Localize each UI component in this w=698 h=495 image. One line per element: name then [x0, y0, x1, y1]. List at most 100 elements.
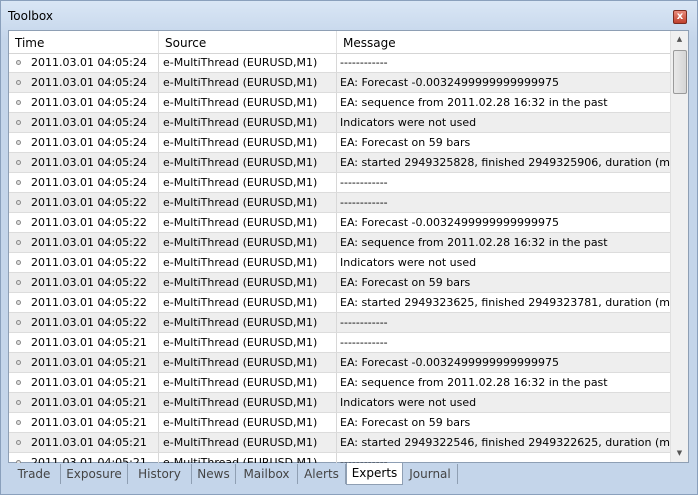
row-time: 2011.03.01 04:05:22	[9, 313, 159, 333]
row-time: 2011.03.01 04:05:24	[9, 153, 159, 173]
row-message: ------------	[337, 193, 671, 213]
tab-trade[interactable]: Trade	[8, 464, 61, 484]
row-message: Indicators were not used	[337, 393, 671, 413]
row-time: 2011.03.01 04:05:22	[9, 273, 159, 293]
scroll-up-icon[interactable]: ▲	[671, 31, 688, 48]
toolbox-window: Toolbox x Time Source Message 2011.03.01…	[0, 0, 698, 495]
row-message: EA: Forecast on 59 bars	[337, 273, 671, 293]
table-row[interactable]: 2011.03.01 04:05:21 e-MultiThread (EURUSD…	[9, 373, 671, 393]
table-row[interactable]: 2011.03.01 04:05:22 e-MultiThread (EURUSD…	[9, 213, 671, 233]
row-source: e-MultiThread (EURUSD,M1)	[159, 313, 337, 333]
row-time: 2011.03.01 04:05:24	[9, 93, 159, 113]
row-time: 2011.03.01 04:05:24	[9, 173, 159, 193]
row-message: ------------	[337, 453, 671, 463]
row-source: e-MultiThread (EURUSD,M1)	[159, 273, 337, 293]
table-row[interactable]: 2011.03.01 04:05:24 e-MultiThread (EURUSD…	[9, 173, 671, 193]
row-source: e-MultiThread (EURUSD,M1)	[159, 233, 337, 253]
table-row[interactable]: 2011.03.01 04:05:24 e-MultiThread (EURUSD…	[9, 53, 671, 73]
tab-mailbox[interactable]: Mailbox	[236, 464, 298, 484]
row-source: e-MultiThread (EURUSD,M1)	[159, 393, 337, 413]
row-message: Indicators were not used	[337, 113, 671, 133]
row-source: e-MultiThread (EURUSD,M1)	[159, 293, 337, 313]
window-title: Toolbox	[8, 9, 53, 23]
row-time: 2011.03.01 04:05:21	[9, 353, 159, 373]
row-source: e-MultiThread (EURUSD,M1)	[159, 213, 337, 233]
table-row[interactable]: 2011.03.01 04:05:24 e-MultiThread (EURUSD…	[9, 133, 671, 153]
row-message: Indicators were not used	[337, 253, 671, 273]
title-bar[interactable]: Toolbox x	[1, 1, 697, 29]
row-message: EA: started 2949322546, finished 2949322…	[337, 433, 671, 453]
table-row[interactable]: 2011.03.01 04:05:22 e-MultiThread (EURUSD…	[9, 253, 671, 273]
row-source: e-MultiThread (EURUSD,M1)	[159, 73, 337, 93]
row-time: 2011.03.01 04:05:22	[9, 233, 159, 253]
table-row[interactable]: 2011.03.01 04:05:21 e-MultiThread (EURUSD…	[9, 453, 671, 463]
row-message: ------------	[337, 173, 671, 193]
table-header: Time Source Message	[9, 31, 671, 54]
table-row[interactable]: 2011.03.01 04:05:21 e-MultiThread (EURUSD…	[9, 333, 671, 353]
table-row[interactable]: 2011.03.01 04:05:21 e-MultiThread (EURUSD…	[9, 413, 671, 433]
row-source: e-MultiThread (EURUSD,M1)	[159, 353, 337, 373]
row-time: 2011.03.01 04:05:24	[9, 113, 159, 133]
row-time: 2011.03.01 04:05:22	[9, 253, 159, 273]
row-source: e-MultiThread (EURUSD,M1)	[159, 153, 337, 173]
row-source: e-MultiThread (EURUSD,M1)	[159, 193, 337, 213]
row-time: 2011.03.01 04:05:24	[9, 73, 159, 93]
row-message: EA: sequence from 2011.02.28 16:32 in th…	[337, 93, 671, 113]
vertical-scrollbar[interactable]: ▲ ▼	[670, 31, 688, 462]
tab-alerts[interactable]: Alerts	[298, 464, 346, 484]
row-message: ------------	[337, 333, 671, 353]
table-row[interactable]: 2011.03.01 04:05:22 e-MultiThread (EURUSD…	[9, 193, 671, 213]
row-time: 2011.03.01 04:05:21	[9, 393, 159, 413]
table-row[interactable]: 2011.03.01 04:05:21 e-MultiThread (EURUSD…	[9, 353, 671, 373]
row-time: 2011.03.01 04:05:21	[9, 433, 159, 453]
row-source: e-MultiThread (EURUSD,M1)	[159, 53, 337, 73]
row-message: ------------	[337, 53, 671, 73]
row-source: e-MultiThread (EURUSD,M1)	[159, 253, 337, 273]
tab-exposure[interactable]: Exposure	[61, 464, 128, 484]
column-header-message[interactable]: Message	[337, 31, 671, 53]
row-time: 2011.03.01 04:05:21	[9, 453, 159, 463]
log-rows: 2011.03.01 04:05:24 e-MultiThread (EURUSD…	[9, 53, 671, 463]
row-source: e-MultiThread (EURUSD,M1)	[159, 173, 337, 193]
scroll-down-icon[interactable]: ▼	[671, 445, 688, 462]
table-row[interactable]: 2011.03.01 04:05:22 e-MultiThread (EURUSD…	[9, 293, 671, 313]
row-message: ------------	[337, 313, 671, 333]
close-button[interactable]: x	[673, 10, 687, 24]
row-source: e-MultiThread (EURUSD,M1)	[159, 413, 337, 433]
row-message: EA: Forecast -0.0032499999999999975	[337, 73, 671, 93]
row-message: EA: sequence from 2011.02.28 16:32 in th…	[337, 233, 671, 253]
row-source: e-MultiThread (EURUSD,M1)	[159, 373, 337, 393]
row-time: 2011.03.01 04:05:21	[9, 413, 159, 433]
row-message: EA: started 2949325828, finished 2949325…	[337, 153, 671, 173]
table-row[interactable]: 2011.03.01 04:05:24 e-MultiThread (EURUSD…	[9, 73, 671, 93]
tab-journal[interactable]: Journal	[403, 464, 458, 484]
row-source: e-MultiThread (EURUSD,M1)	[159, 93, 337, 113]
table-row[interactable]: 2011.03.01 04:05:22 e-MultiThread (EURUSD…	[9, 313, 671, 333]
row-message: EA: sequence from 2011.02.28 16:32 in th…	[337, 373, 671, 393]
table-row[interactable]: 2011.03.01 04:05:22 e-MultiThread (EURUSD…	[9, 273, 671, 293]
table-row[interactable]: 2011.03.01 04:05:22 e-MultiThread (EURUSD…	[9, 233, 671, 253]
table-row[interactable]: 2011.03.01 04:05:24 e-MultiThread (EURUSD…	[9, 93, 671, 113]
row-source: e-MultiThread (EURUSD,M1)	[159, 113, 337, 133]
table-row[interactable]: 2011.03.01 04:05:21 e-MultiThread (EURUSD…	[9, 433, 671, 453]
row-message: EA: started 2949323625, finished 2949323…	[337, 293, 671, 313]
tab-experts[interactable]: Experts	[346, 463, 403, 485]
row-time: 2011.03.01 04:05:22	[9, 293, 159, 313]
column-header-time[interactable]: Time	[9, 31, 159, 53]
row-time: 2011.03.01 04:05:21	[9, 373, 159, 393]
tab-history[interactable]: History	[128, 464, 192, 484]
row-time: 2011.03.01 04:05:24	[9, 133, 159, 153]
row-source: e-MultiThread (EURUSD,M1)	[159, 133, 337, 153]
row-source: e-MultiThread (EURUSD,M1)	[159, 433, 337, 453]
column-header-source[interactable]: Source	[159, 31, 337, 53]
row-time: 2011.03.01 04:05:22	[9, 213, 159, 233]
table-row[interactable]: 2011.03.01 04:05:24 e-MultiThread (EURUSD…	[9, 113, 671, 133]
scroll-thumb[interactable]	[673, 50, 687, 94]
row-message: EA: Forecast -0.0032499999999999975	[337, 353, 671, 373]
table-row[interactable]: 2011.03.01 04:05:24 e-MultiThread (EURUSD…	[9, 153, 671, 173]
table-row[interactable]: 2011.03.01 04:05:21 e-MultiThread (EURUSD…	[9, 393, 671, 413]
row-message: EA: Forecast on 59 bars	[337, 133, 671, 153]
row-message: EA: Forecast -0.0032499999999999975	[337, 213, 671, 233]
tab-news[interactable]: News	[192, 464, 236, 484]
row-time: 2011.03.01 04:05:22	[9, 193, 159, 213]
